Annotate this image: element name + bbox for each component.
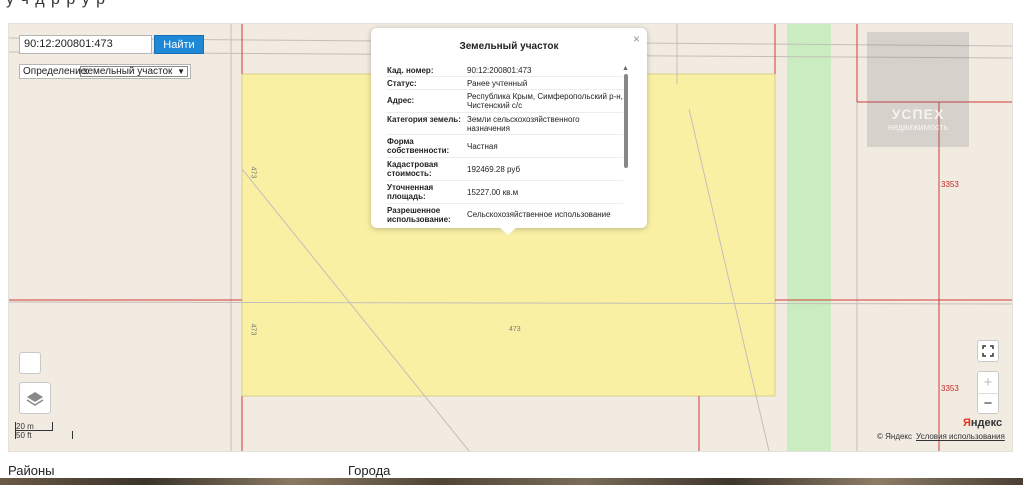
map-scale: 20 m 50 ft xyxy=(15,422,73,440)
chevron-down-icon: ▼ xyxy=(177,67,185,76)
popup-scrollbar[interactable] xyxy=(624,74,628,168)
close-icon[interactable]: × xyxy=(633,32,640,46)
layers-button[interactable] xyxy=(19,382,51,414)
info-key: Категория земель: xyxy=(387,115,461,124)
map-tool-button[interactable] xyxy=(19,352,41,374)
page-title: у ч д р р у р xyxy=(6,0,106,9)
page-header-cut: у ч д р р у р xyxy=(0,0,1023,12)
layers-icon xyxy=(26,392,44,406)
brand-watermark: УСПЕХ недвижимость xyxy=(867,32,969,147)
popup-title: Земельный участок xyxy=(459,41,559,52)
info-row: Форма собственности: Частная xyxy=(387,135,623,158)
fullscreen-button[interactable] xyxy=(977,340,999,362)
info-key: Уточненная площадь: xyxy=(387,183,434,201)
neighbor-label-top: 3353 xyxy=(941,180,959,189)
yandex-logo: Яндекс xyxy=(963,417,1002,429)
parcel-info-popup: Земельный участок × Кад. номер: 90:12:20… xyxy=(371,28,647,235)
find-button[interactable]: Найти xyxy=(154,35,204,54)
definition-select[interactable]: земельный участок ▼ xyxy=(80,66,188,77)
info-key: Разрешенное использование: xyxy=(387,206,451,224)
info-value: 15227.00 кв.м xyxy=(467,188,519,197)
info-row: Разрешенное использование: Сельскохозяйс… xyxy=(387,204,623,224)
zoom-control: + − xyxy=(977,371,999,414)
parcel-label-center: 473 xyxy=(509,326,521,333)
zoom-in-button[interactable]: + xyxy=(978,372,998,394)
photo-strip xyxy=(0,478,1023,485)
definition-select-value: земельный участок xyxy=(83,66,173,77)
info-value: Республика Крым, Симферопольский р-н, Чи… xyxy=(467,92,623,110)
map-attribution: © Яндекс Условия использования xyxy=(877,432,1005,441)
info-value: Сельскохозяйственное использование xyxy=(467,210,611,219)
info-key: Кадастровая стоимость: xyxy=(387,160,439,178)
info-row: Категория земель: Земли сельскохозяйстве… xyxy=(387,113,623,135)
info-key: Статус: xyxy=(387,79,417,88)
info-value: 90:12:200801:473 xyxy=(467,66,532,75)
scale-meters: 20 m xyxy=(15,422,53,431)
cities-heading[interactable]: Города xyxy=(348,463,390,478)
info-row: Статус: Ранее учтенный xyxy=(387,77,623,90)
scale-feet: 50 ft xyxy=(15,431,73,440)
green-strip xyxy=(787,24,831,451)
neighbor-label-bottom: 3353 xyxy=(941,384,959,393)
info-value: Частная xyxy=(467,142,498,151)
copyright-text: © Яндекс xyxy=(877,432,913,441)
info-row: Уточненная площадь: 15227.00 кв.м xyxy=(387,181,623,204)
popup-pointer xyxy=(499,227,517,235)
info-key: Адрес: xyxy=(387,96,415,105)
footer-tabs: Районы Города xyxy=(8,463,390,478)
info-value: 192469.28 руб xyxy=(467,165,521,174)
parcel-label-left: 473 xyxy=(249,323,257,336)
info-value: Ранее учтенный xyxy=(467,79,528,88)
info-key: Кад. номер: xyxy=(387,66,434,75)
info-value: Земли сельскохозяйственного назначения xyxy=(467,115,580,133)
parcel-label-top: 473 xyxy=(249,166,257,179)
popup-info-table: Кад. номер: 90:12:200801:473 Статус: Ран… xyxy=(387,64,623,224)
yandex-logo-letter: Я xyxy=(963,417,971,429)
districts-heading[interactable]: Районы xyxy=(8,463,54,478)
fullscreen-icon xyxy=(982,345,994,357)
scroll-up-icon[interactable]: ▲ xyxy=(622,65,629,72)
terms-link[interactable]: Условия использования xyxy=(916,432,1005,441)
info-row: Кад. номер: 90:12:200801:473 xyxy=(387,64,623,77)
zoom-out-button[interactable]: − xyxy=(978,394,998,415)
info-row: Адрес: Республика Крым, Симферопольский … xyxy=(387,90,623,113)
cadastral-search-input[interactable]: 90:12:200801:473 xyxy=(19,35,152,54)
info-key: Форма собственности: xyxy=(387,137,450,155)
definition-row: Определение: земельный участок ▼ xyxy=(19,64,191,79)
yandex-logo-rest: ндекс xyxy=(970,417,1003,429)
watermark-subtitle: недвижимость xyxy=(887,122,949,132)
info-row: Кадастровая стоимость: 192469.28 руб xyxy=(387,158,623,181)
cadastral-map[interactable]: 473 473 473 3353 3353 90:12:200801:473 Н… xyxy=(8,23,1013,452)
watermark-brand: УСПЕХ xyxy=(891,106,945,122)
